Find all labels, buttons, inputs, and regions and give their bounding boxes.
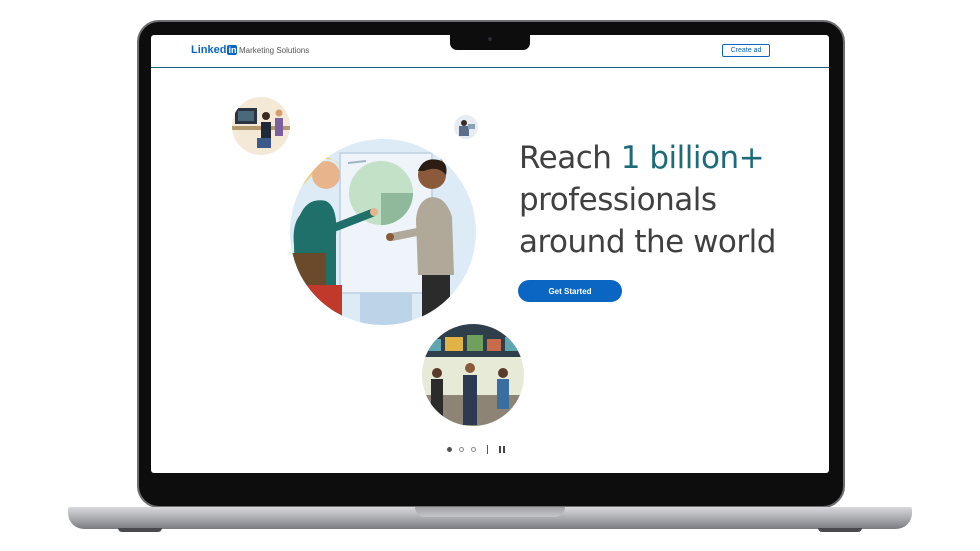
- headline-line-2: professionals: [519, 182, 717, 218]
- headline-prefix: Reach: [519, 140, 621, 176]
- laptop-foot-left: [118, 528, 162, 532]
- laptop-base: [68, 507, 912, 529]
- pause-icon[interactable]: [499, 446, 505, 453]
- get-started-button[interactable]: Get Started: [518, 280, 622, 302]
- hero-headline: Reach 1 billion+ professionals around th…: [519, 137, 819, 263]
- headline-line-3: around the world: [519, 224, 776, 260]
- laptop-base-notch: [415, 507, 565, 517]
- carousel-divider: [487, 445, 488, 454]
- logo-in-badge: in: [227, 45, 238, 55]
- headline-line-1: Reach 1 billion+: [519, 137, 819, 179]
- office-lobby-illustration: [422, 324, 524, 426]
- carousel-dot-3[interactable]: [471, 447, 476, 452]
- headline-accent: 1 billion+: [620, 140, 765, 176]
- camera-notch: [450, 34, 530, 50]
- product-name: Marketing Solutions: [239, 46, 310, 55]
- whiteboard-meeting-illustration: [290, 139, 476, 325]
- linkedin-logo[interactable]: Linked in: [191, 44, 238, 56]
- create-ad-button[interactable]: Create ad: [722, 44, 770, 57]
- carousel-dot-2[interactable]: [459, 447, 464, 452]
- camera-icon: [488, 37, 492, 41]
- carousel-controls: [447, 445, 505, 454]
- laptop-foot-right: [818, 528, 862, 532]
- laptop-screen: Linked in Marketing Solutions Create ad: [151, 35, 829, 473]
- logo-text: Linked: [191, 44, 227, 56]
- carousel-dot-1[interactable]: [447, 447, 452, 452]
